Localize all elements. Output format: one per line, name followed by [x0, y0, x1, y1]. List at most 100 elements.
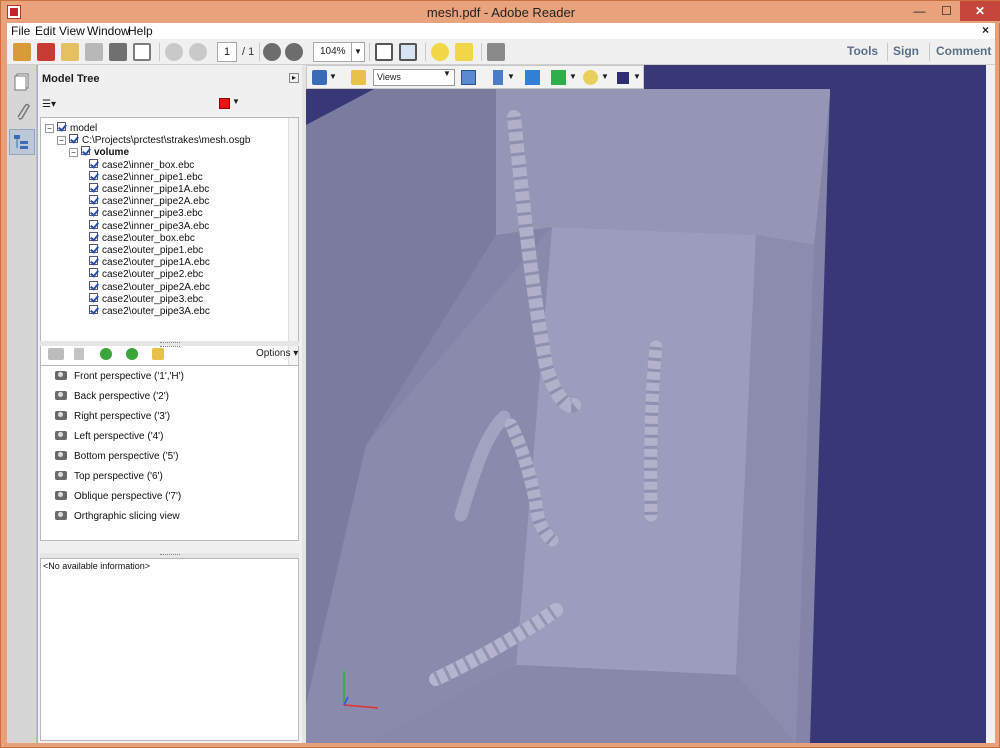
projection-icon[interactable]	[493, 70, 503, 85]
view-item[interactable]: Left perspective ('4')	[55, 430, 163, 444]
tree-node[interactable]: case2\outer_pipe3.ebc	[89, 292, 203, 305]
background-color-icon[interactable]	[617, 72, 629, 84]
chevron-down-icon[interactable]: ▼	[232, 97, 240, 106]
view-item[interactable]: Right perspective ('3')	[55, 410, 170, 424]
chevron-down-icon[interactable]: ▼	[633, 72, 641, 81]
attachments-icon[interactable]	[12, 101, 32, 123]
email-icon[interactable]	[133, 43, 151, 61]
open-icon[interactable]	[37, 43, 55, 61]
tree-node[interactable]: case2\inner_pipe1A.ebc	[89, 183, 209, 195]
visibility-checkbox[interactable]	[89, 305, 98, 314]
chevron-down-icon[interactable]: ▼	[507, 72, 515, 81]
view-item[interactable]: Oblique perspective ('7')	[55, 490, 181, 504]
tree-node[interactable]: case2\outer_pipe1.ebc	[89, 244, 203, 256]
fit-page-icon[interactable]	[399, 43, 417, 61]
close-document-icon[interactable]: ×	[982, 23, 989, 37]
menu-edit[interactable]: Edit	[35, 24, 56, 38]
expand-icon[interactable]	[487, 43, 505, 61]
visibility-checkbox[interactable]	[89, 292, 98, 302]
visibility-checkbox[interactable]	[89, 256, 98, 266]
model-tree-toggle-icon[interactable]	[461, 70, 476, 85]
3d-viewport[interactable]: ▼ Views ▼ ▼ ▼ ▼ ▼	[306, 65, 986, 743]
chevron-down-icon[interactable]: ▼	[601, 72, 609, 81]
light-icon[interactable]	[583, 70, 598, 85]
visibility-checkbox[interactable]	[81, 146, 90, 156]
tree-node[interactable]: − C:\Projects\prctest\strakes\mesh.osgb	[57, 134, 250, 146]
visibility-checkbox[interactable]	[57, 122, 66, 131]
tree-node[interactable]: case2\outer_pipe2.ebc	[89, 268, 203, 280]
visibility-checkbox[interactable]	[89, 268, 98, 278]
options-menu[interactable]: Options ▾	[256, 348, 298, 359]
menu-window[interactable]: Window	[87, 24, 130, 38]
visibility-checkbox[interactable]	[89, 195, 98, 205]
render-mode-icon[interactable]	[525, 70, 540, 85]
page-number-input[interactable]: 1	[217, 42, 237, 62]
visibility-checkbox[interactable]	[89, 207, 98, 217]
zoom-in-icon[interactable]	[285, 43, 303, 61]
view-item[interactable]: Orthgraphic slicing view	[55, 510, 180, 524]
tree-node[interactable]: case2\inner_pipe3A.ebc	[89, 219, 209, 232]
tree-node[interactable]: case2\outer_pipe3A.ebc	[89, 305, 210, 317]
visibility-checkbox[interactable]	[89, 183, 98, 192]
chevron-down-icon[interactable]: ▼	[351, 43, 364, 61]
tools-link[interactable]: Tools	[847, 44, 878, 58]
visibility-checkbox[interactable]	[89, 231, 98, 241]
close-button[interactable]: ✕	[960, 1, 1000, 21]
rotate-tool-icon[interactable]	[312, 70, 327, 85]
chevron-down-icon[interactable]: ▼	[329, 72, 337, 81]
tree-node[interactable]: case2\inner_pipe2A.ebc	[89, 195, 209, 207]
tree-options-icon[interactable]: ☰▾	[42, 99, 62, 111]
tree-expander-icon[interactable]: −	[45, 124, 54, 133]
visibility-checkbox[interactable]	[89, 170, 98, 180]
next-view-icon[interactable]	[126, 348, 138, 360]
save-icon[interactable]	[85, 43, 103, 61]
print-icon[interactable]	[109, 43, 127, 61]
tree-node[interactable]: case2\outer_pipe2A.ebc	[89, 280, 210, 293]
zoom-out-icon[interactable]	[263, 43, 281, 61]
highlight-icon[interactable]	[455, 43, 473, 61]
minimize-button[interactable]: —	[906, 1, 933, 21]
visibility-checkbox[interactable]	[89, 158, 98, 168]
tree-node[interactable]: case2\inner_pipe1.ebc	[89, 170, 203, 183]
menu-file[interactable]: File	[11, 24, 30, 38]
sign-link[interactable]: Sign	[893, 44, 919, 58]
document-scrollbar[interactable]	[986, 65, 995, 743]
view-item[interactable]: Bottom perspective ('5')	[55, 450, 178, 464]
fit-width-icon[interactable]	[375, 43, 393, 61]
color-swatch[interactable]	[219, 98, 230, 109]
comment-link[interactable]: Comment	[936, 44, 991, 58]
camera-add-icon[interactable]	[48, 348, 64, 360]
menu-help[interactable]: Help	[128, 24, 153, 38]
visibility-checkbox[interactable]	[89, 280, 98, 290]
collapse-panel-icon[interactable]: ▸	[289, 73, 299, 83]
previous-view-icon[interactable]	[100, 348, 112, 360]
tree-node[interactable]: − model	[45, 122, 97, 134]
next-page-icon[interactable]	[189, 43, 207, 61]
view-item[interactable]: Top perspective ('6')	[55, 470, 163, 484]
tree-node[interactable]: − volume	[69, 146, 129, 158]
chevron-down-icon[interactable]: ▼	[443, 69, 451, 78]
tree-node[interactable]: case2\outer_box.ebc	[89, 231, 195, 244]
tree-node[interactable]: case2\outer_pipe1A.ebc	[89, 256, 210, 268]
visibility-checkbox[interactable]	[69, 134, 78, 144]
model-tree-icon[interactable]	[9, 129, 35, 155]
delete-icon[interactable]	[74, 348, 84, 360]
menu-view[interactable]: View	[59, 24, 85, 38]
tree-node[interactable]: case2\inner_pipe3.ebc	[89, 207, 203, 219]
tree-expander-icon[interactable]: −	[57, 136, 66, 146]
previous-page-icon[interactable]	[165, 43, 183, 61]
chevron-down-icon[interactable]: ▼	[569, 72, 577, 81]
lighting-icon[interactable]	[551, 70, 566, 85]
home-view-icon[interactable]	[351, 70, 366, 85]
maximize-button[interactable]: ☐	[933, 1, 960, 21]
visibility-checkbox[interactable]	[89, 219, 98, 229]
view-item[interactable]: Back perspective ('2')	[55, 390, 169, 404]
home-icon[interactable]	[152, 348, 164, 360]
create-pdf-icon[interactable]	[13, 43, 31, 61]
tree-expander-icon[interactable]: −	[69, 148, 78, 158]
tree-node[interactable]: case2\inner_box.ebc	[89, 158, 194, 171]
edit-icon[interactable]	[61, 43, 79, 61]
pages-icon[interactable]	[12, 71, 32, 93]
visibility-checkbox[interactable]	[89, 244, 98, 253]
view-item[interactable]: Front perspective ('1','H')	[55, 370, 184, 384]
